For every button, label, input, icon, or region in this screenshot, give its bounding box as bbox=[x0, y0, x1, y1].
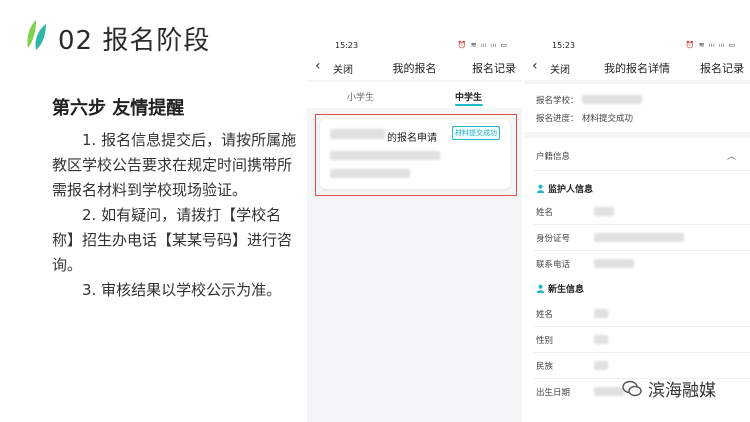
tab-middle-school[interactable]: 中学生 bbox=[455, 90, 482, 103]
section-title: 02 报名阶段 bbox=[58, 26, 211, 56]
watermark: 滨海融媒 bbox=[622, 376, 716, 401]
redacted-value bbox=[594, 233, 684, 242]
redacted-value bbox=[594, 361, 608, 370]
progress-label: 报名进度： bbox=[536, 114, 579, 124]
student-ethnicity-label: 民族 bbox=[536, 362, 554, 372]
student-section-title: 新生信息 bbox=[548, 285, 585, 295]
divider bbox=[534, 224, 750, 225]
redacted-value bbox=[594, 335, 608, 344]
divider bbox=[534, 250, 750, 251]
wechat-icon bbox=[622, 380, 642, 396]
household-section[interactable]: 户籍信息 bbox=[536, 150, 570, 162]
status-icons: ⏰ ≋ ᵢₗₗ ᵢₗₗ ▭ bbox=[457, 41, 508, 49]
divider bbox=[534, 352, 750, 353]
watermark-text: 滨海融媒 bbox=[648, 381, 716, 401]
divider bbox=[534, 326, 750, 327]
reminder-paragraph-2: 2. 如有疑问，请拨打【学校名称】招生办电话【某某号码】进行咨询。 bbox=[52, 206, 293, 274]
redacted-line bbox=[330, 169, 410, 178]
redacted-value bbox=[594, 207, 614, 216]
person-icon bbox=[536, 284, 545, 293]
step-title: 第六步 友情提醒 bbox=[52, 98, 185, 119]
redacted-school bbox=[582, 95, 642, 104]
divider bbox=[534, 170, 750, 171]
nav-bar: ‹ 关闭 我的报名详情 报名记录 bbox=[524, 54, 750, 80]
phone-screen-my-applications: 15:23 ⏰ ≋ ᵢₗₗ ᵢₗₗ ▭ ‹ 关闭 我的报名 报名记录 小学生 中… bbox=[307, 38, 522, 422]
student-birthdate-label: 出生日期 bbox=[536, 388, 571, 398]
guardian-name-label: 姓名 bbox=[536, 208, 554, 218]
reminder-text: 1. 报名信息提交后，请按所属施教区学校公告要求在规定时间携带所需报名材料到学校… bbox=[52, 128, 302, 303]
student-gender-label: 性别 bbox=[536, 336, 554, 346]
guardian-section-title: 监护人信息 bbox=[548, 185, 594, 195]
records-button[interactable]: 报名记录 bbox=[700, 60, 744, 76]
redacted-value bbox=[594, 259, 634, 268]
status-time: 15:23 bbox=[335, 41, 359, 50]
tab-bar: 小学生 中学生 bbox=[307, 82, 522, 108]
status-bar: 15:23 ⏰ ≋ ᵢₗₗ ᵢₗₗ ▭ bbox=[307, 38, 522, 54]
status-bar: 15:23 ⏰ ≋ ᵢₗₗ ᵢₗₗ ▭ bbox=[524, 38, 750, 54]
student-name-label: 姓名 bbox=[536, 310, 554, 320]
guardian-phone-label: 联系电话 bbox=[536, 260, 571, 270]
nav-bar: ‹ 关闭 我的报名 报名记录 bbox=[307, 54, 522, 80]
application-card[interactable]: 的报名申请 材料提交成功 bbox=[320, 119, 510, 189]
status-time: 15:23 bbox=[552, 41, 576, 50]
status-icons: ⏰ ≋ ᵢₗₗ ᵢₗₗ ▭ bbox=[685, 41, 736, 49]
reminder-paragraph-3: 3. 审核结果以学校公示为准。 bbox=[82, 281, 282, 299]
person-icon bbox=[536, 184, 545, 193]
guardian-id-label: 身份证号 bbox=[536, 234, 571, 244]
active-tab-indicator bbox=[455, 104, 483, 106]
school-label: 报名学校： bbox=[536, 96, 579, 106]
records-button[interactable]: 报名记录 bbox=[472, 60, 516, 76]
phone-screen-application-detail: 15:23 ⏰ ≋ ᵢₗₗ ᵢₗₗ ▭ ‹ 关闭 我的报名详情 报名记录 报名学… bbox=[524, 38, 750, 422]
progress-value: 材料提交成功 bbox=[582, 114, 634, 124]
redacted-value bbox=[594, 387, 624, 396]
brand-leaf-icon bbox=[27, 20, 46, 50]
chevron-up-icon[interactable]: ︿ bbox=[727, 149, 736, 162]
redacted-line bbox=[330, 151, 440, 160]
application-summary: 报名学校： 报名进度： 材料提交成功 bbox=[524, 84, 750, 132]
redacted-value bbox=[594, 309, 608, 318]
redacted-name bbox=[330, 129, 385, 139]
tab-primary-school[interactable]: 小学生 bbox=[347, 90, 374, 103]
status-badge: 材料提交成功 bbox=[452, 126, 500, 140]
reminder-paragraph-1: 1. 报名信息提交后，请按所属施教区学校公告要求在规定时间携带所需报名材料到学校… bbox=[52, 131, 297, 199]
application-card-title: 的报名申请 bbox=[387, 133, 437, 144]
